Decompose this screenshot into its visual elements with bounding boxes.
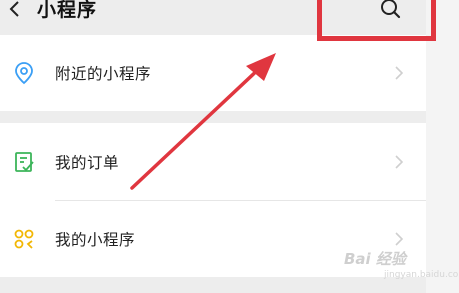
menu-group-nearby: 附近的小程序 xyxy=(0,35,426,111)
chevron-right-icon xyxy=(393,153,405,171)
menu-item-label: 我的订单 xyxy=(55,154,120,172)
watermark: Bai 经验 xyxy=(344,250,406,268)
page-title: 小程序 xyxy=(37,0,98,21)
mini-program-icon xyxy=(12,227,36,251)
back-arrow-icon xyxy=(9,1,19,17)
menu-item-nearby[interactable]: 附近的小程序 xyxy=(0,35,426,111)
watermark-url: jingyan.baidu.com xyxy=(384,270,459,280)
chevron-right-icon xyxy=(393,64,405,82)
location-pin-icon xyxy=(12,61,36,85)
highlight-box xyxy=(317,0,436,41)
order-list-icon xyxy=(12,150,36,174)
menu-item-label: 我的小程序 xyxy=(55,231,136,249)
back-button[interactable] xyxy=(3,0,29,24)
chevron-right-icon xyxy=(393,230,405,248)
menu-item-orders[interactable]: 我的订单 xyxy=(0,124,426,200)
menu-item-label: 附近的小程序 xyxy=(55,65,152,83)
side-strip xyxy=(426,0,459,293)
